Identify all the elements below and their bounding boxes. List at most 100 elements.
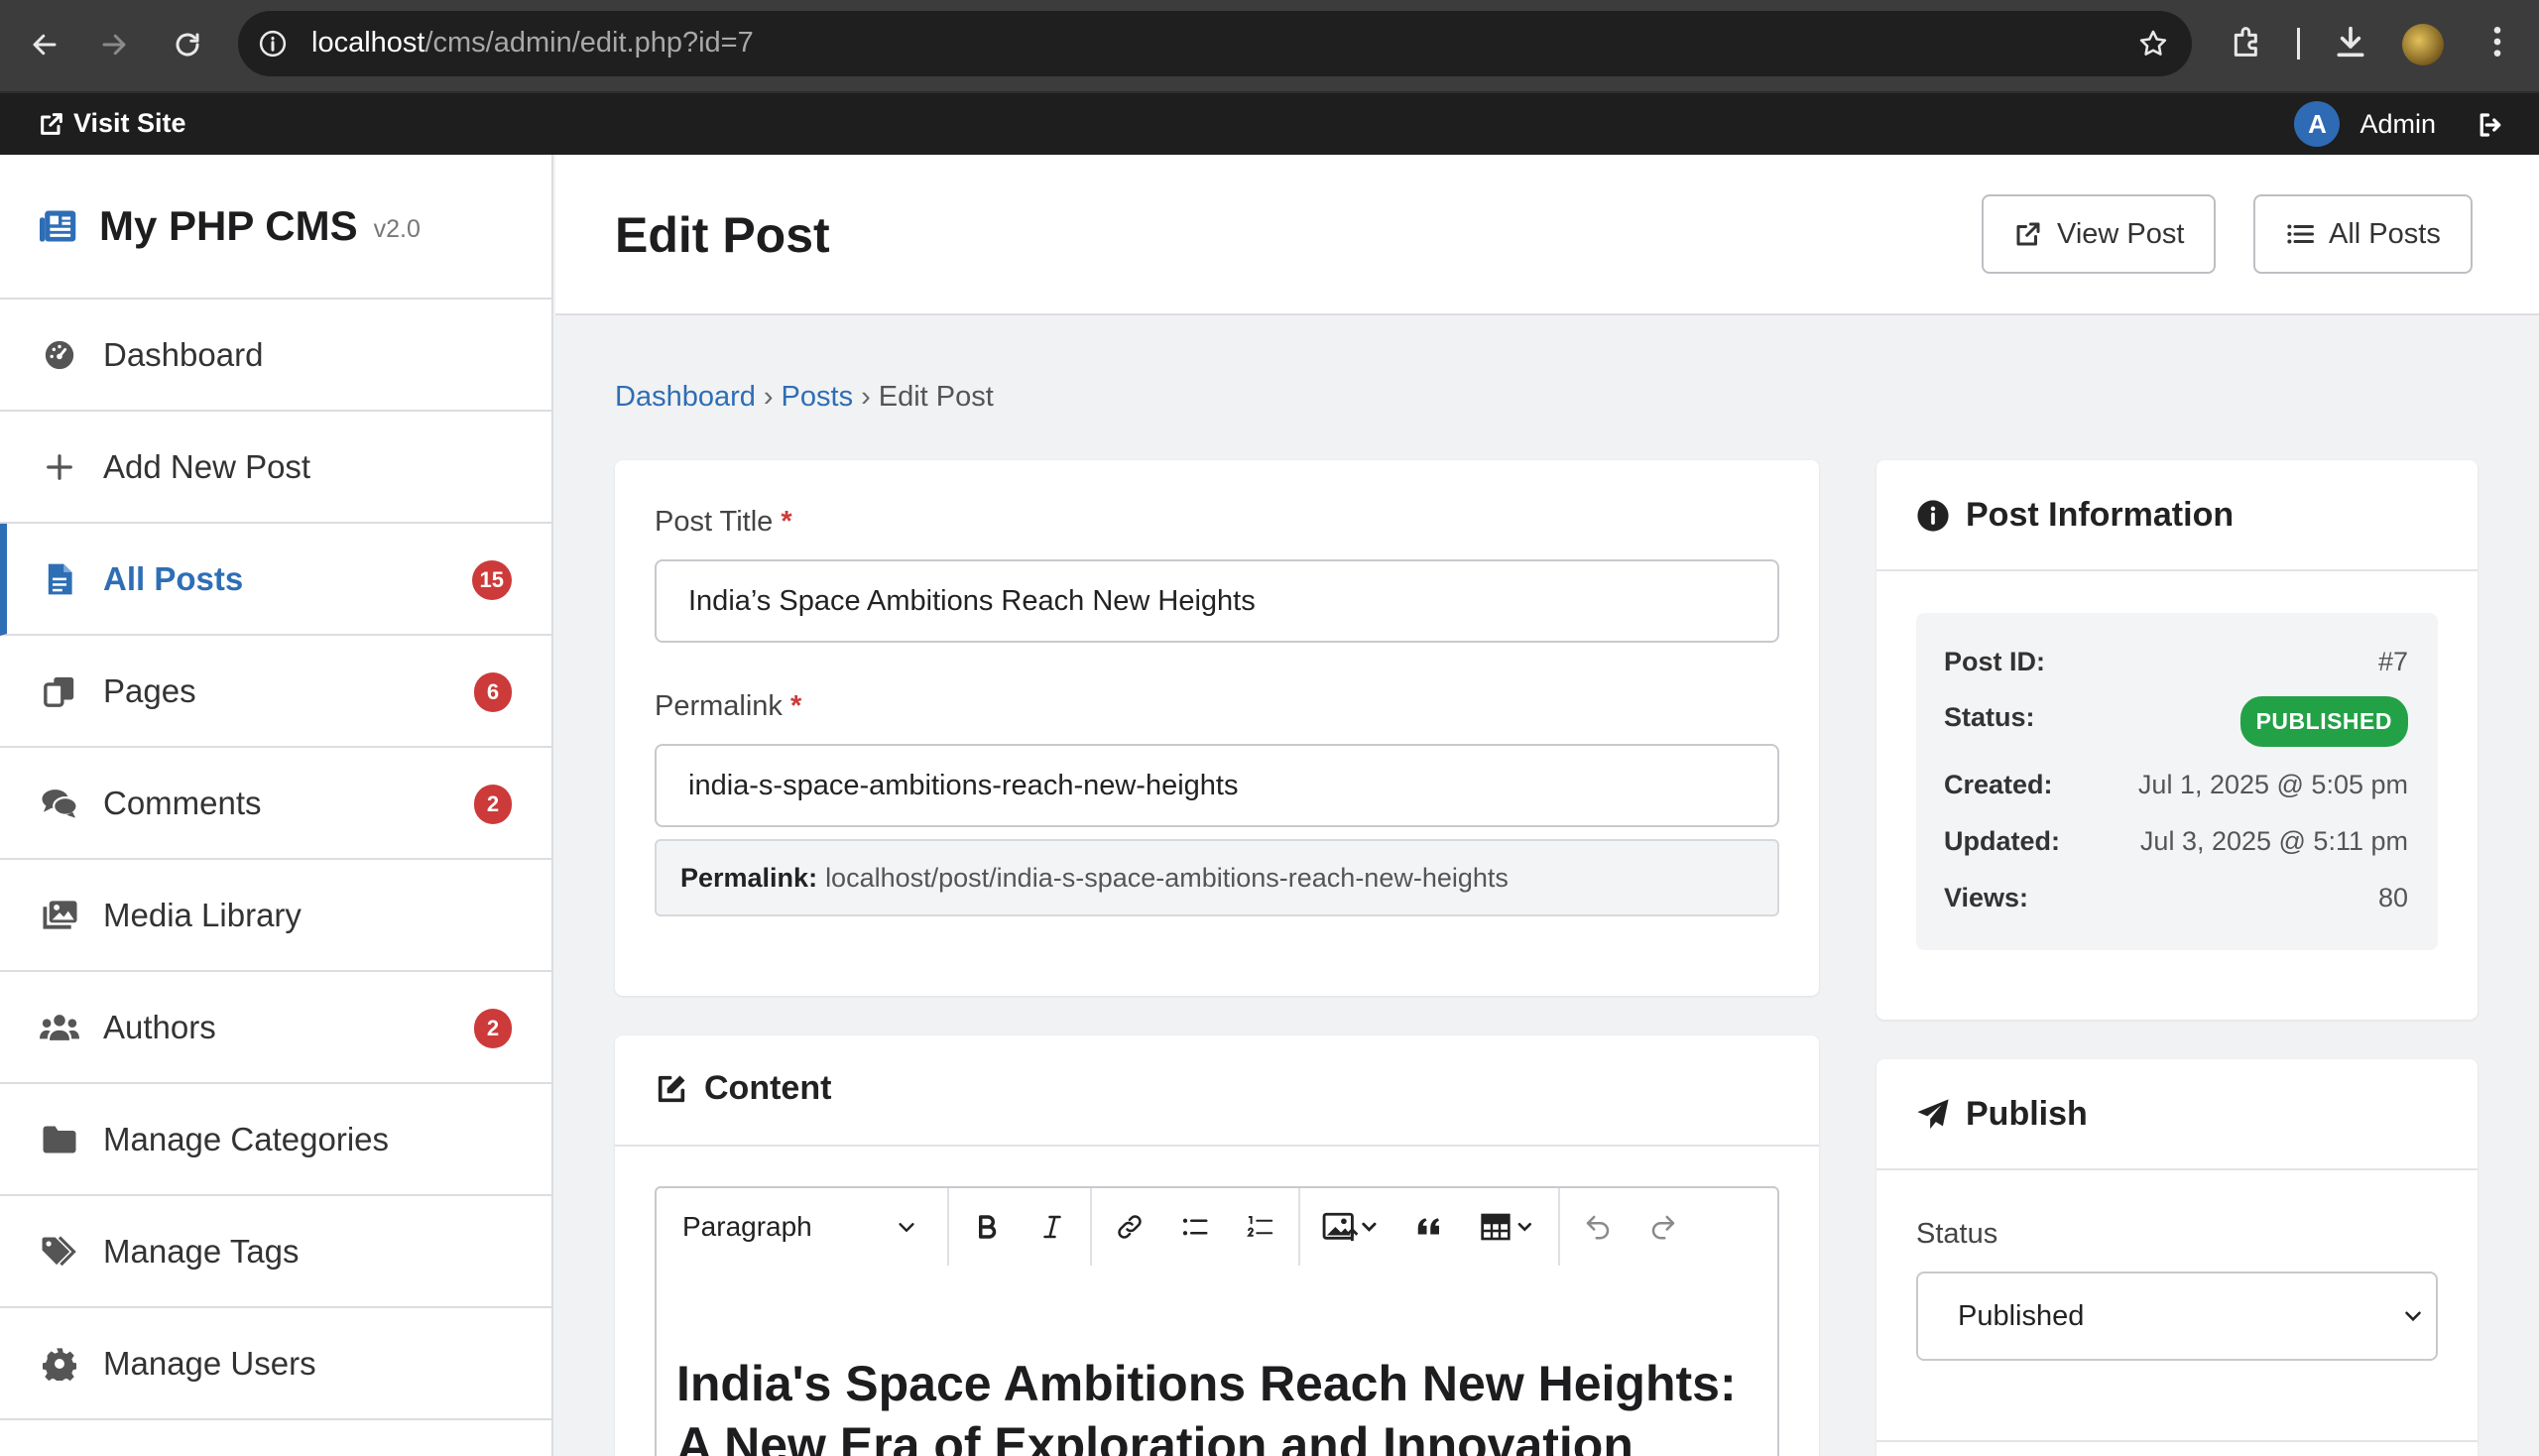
status-row: Status: PUBLISHED bbox=[1944, 696, 2408, 747]
bold-icon[interactable] bbox=[957, 1197, 1017, 1257]
edit-icon bbox=[658, 1075, 685, 1102]
views-row: Views: 80 bbox=[1944, 883, 2408, 912]
info-circle-icon bbox=[1917, 499, 1949, 532]
breadcrumb-posts[interactable]: Posts bbox=[782, 381, 854, 413]
permalink-preview-url[interactable]: localhost/post/india-s-space-ambitions-r… bbox=[825, 863, 1509, 894]
post-id-row: Post ID: #7 bbox=[1944, 647, 2408, 676]
permalink-label: Permalink * bbox=[655, 690, 802, 722]
divider bbox=[615, 1145, 1819, 1147]
chevron-down-icon bbox=[2405, 1311, 2421, 1322]
arrow-left-icon bbox=[33, 34, 57, 56]
status-select[interactable]: Published bbox=[1916, 1272, 2438, 1361]
sidebar-item-comments[interactable]: Comments 2 bbox=[0, 748, 551, 860]
insert-group bbox=[1092, 1188, 1300, 1266]
status-label: Status bbox=[1916, 1218, 1998, 1250]
user-menu[interactable]: A Admin bbox=[2294, 101, 2436, 147]
brand-name: My PHP CMS bbox=[99, 202, 358, 249]
site-info-icon[interactable] bbox=[258, 29, 288, 63]
menu-kebab-icon[interactable] bbox=[2478, 22, 2517, 66]
sidebar-item-label: Pages bbox=[103, 671, 196, 709]
format-select[interactable]: Paragraph bbox=[657, 1188, 949, 1266]
file-icon bbox=[40, 562, 79, 596]
permalink-input[interactable]: india-s-space-ambitions-reach-new-height… bbox=[655, 744, 1779, 827]
history-group bbox=[1560, 1188, 1701, 1266]
sidebar-item-all-posts[interactable]: All Posts 15 bbox=[0, 524, 551, 636]
profile-avatar[interactable] bbox=[2402, 24, 2444, 65]
content-editor[interactable]: India's Space Ambitions Reach New Height… bbox=[655, 1266, 1779, 1456]
numbered-list-icon[interactable] bbox=[1231, 1197, 1290, 1257]
page-title: Edit Post bbox=[615, 207, 830, 263]
users-icon bbox=[40, 1012, 79, 1043]
insert-image-icon[interactable] bbox=[1308, 1197, 1393, 1257]
publish-card: Publish Status Published bbox=[1876, 1059, 2478, 1456]
redo-icon[interactable] bbox=[1633, 1197, 1693, 1257]
format-group bbox=[949, 1188, 1092, 1266]
download-icon[interactable] bbox=[2331, 22, 2370, 66]
editor-toolbar: Paragraph bbox=[655, 1186, 1779, 1268]
reload-icon bbox=[176, 33, 199, 57]
sidebar: My PHP CMS v2.0 Dashboard Add New Post A… bbox=[0, 155, 553, 1456]
sidebar-item-label: Manage Users bbox=[103, 1344, 316, 1382]
brand-version: v2.0 bbox=[373, 214, 421, 243]
count-badge: 2 bbox=[474, 1009, 512, 1048]
bookmark-star-icon[interactable] bbox=[2136, 27, 2170, 65]
comments-icon bbox=[40, 787, 79, 820]
images-icon bbox=[40, 899, 79, 932]
sidebar-item-pages[interactable]: Pages 6 bbox=[0, 636, 551, 748]
updated-row: Updated: Jul 3, 2025 @ 5:11 pm bbox=[1944, 826, 2408, 856]
sidebar-item-manage-categories[interactable]: Manage Categories bbox=[0, 1084, 551, 1196]
status-select-value: Published bbox=[1958, 1299, 2085, 1332]
forward-button[interactable] bbox=[91, 22, 137, 67]
blockquote-icon[interactable] bbox=[1399, 1197, 1459, 1257]
status-badge: PUBLISHED bbox=[2239, 696, 2408, 747]
bulleted-list-icon[interactable] bbox=[1165, 1197, 1225, 1257]
link-icon[interactable] bbox=[1100, 1197, 1159, 1257]
breadcrumb-dashboard[interactable]: Dashboard bbox=[615, 381, 756, 413]
external-link-icon bbox=[2016, 222, 2040, 246]
back-button[interactable] bbox=[22, 22, 67, 67]
plus-icon bbox=[40, 452, 79, 482]
sidebar-item-manage-tags[interactable]: Manage Tags bbox=[0, 1196, 551, 1308]
visit-site-link[interactable]: Visit Site bbox=[38, 108, 186, 139]
sidebar-item-manage-users[interactable]: Manage Users bbox=[0, 1308, 551, 1420]
divider bbox=[1876, 569, 2478, 571]
post-information-card: Post Information Post ID: #7 Status: PUBLI… bbox=[1876, 460, 2478, 1020]
sidebar-item-dashboard[interactable]: Dashboard bbox=[0, 300, 551, 412]
italic-icon[interactable] bbox=[1023, 1197, 1082, 1257]
visit-site-label: Visit Site bbox=[73, 108, 186, 138]
sidebar-item-authors[interactable]: Authors 2 bbox=[0, 972, 551, 1084]
permalink-preview-label: Permalink: bbox=[680, 862, 818, 893]
all-posts-button[interactable]: All Posts bbox=[2253, 194, 2473, 274]
folder-icon bbox=[40, 1125, 79, 1154]
logout-icon[interactable] bbox=[2476, 110, 2505, 145]
media-group bbox=[1300, 1188, 1560, 1266]
sidebar-item-add-new-post[interactable]: Add New Post bbox=[0, 412, 551, 524]
url-text: localhost/cms/admin/edit.php?id=7 bbox=[311, 27, 754, 59]
extensions-icon[interactable] bbox=[2228, 22, 2267, 66]
page-header: Edit Post View Post All Posts bbox=[555, 155, 2539, 315]
table-icon[interactable] bbox=[1465, 1197, 1550, 1257]
undo-icon[interactable] bbox=[1568, 1197, 1628, 1257]
address-bar[interactable]: localhost/cms/admin/edit.php?id=7 bbox=[238, 11, 2192, 76]
post-title-input[interactable]: India’s Space Ambitions Reach New Height… bbox=[655, 559, 1779, 643]
tags-icon bbox=[40, 1235, 79, 1268]
external-link-icon bbox=[41, 112, 62, 135]
post-details-card: Post Title * India’s Space Ambitions Rea… bbox=[615, 460, 1819, 996]
publish-title: Publish bbox=[1916, 1095, 2088, 1134]
post-meta: Post ID: #7 Status: PUBLISHED Created: Jul … bbox=[1916, 613, 2438, 950]
permalink-preview: Permalink: localhost/post/india-s-space-… bbox=[655, 839, 1779, 916]
arrow-right-icon bbox=[102, 34, 126, 56]
sidebar-item-label: Manage Categories bbox=[103, 1120, 390, 1157]
paper-plane-icon bbox=[1917, 1098, 1949, 1129]
reload-button[interactable] bbox=[165, 22, 210, 67]
sidebar-item-media-library[interactable]: Media Library bbox=[0, 860, 551, 972]
format-select-value: Paragraph bbox=[682, 1211, 812, 1242]
breadcrumb: Dashboard › Posts › Edit Post bbox=[615, 381, 994, 414]
content-card: Content Paragraph India's Space Ambition… bbox=[615, 1035, 1819, 1456]
sidebar-item-label: Media Library bbox=[103, 896, 302, 933]
view-post-button[interactable]: View Post bbox=[1982, 194, 2217, 274]
toolbar-divider bbox=[2297, 28, 2300, 60]
brand[interactable]: My PHP CMS v2.0 bbox=[0, 155, 551, 300]
view-post-label: View Post bbox=[2057, 217, 2185, 250]
all-posts-label: All Posts bbox=[2329, 217, 2441, 250]
